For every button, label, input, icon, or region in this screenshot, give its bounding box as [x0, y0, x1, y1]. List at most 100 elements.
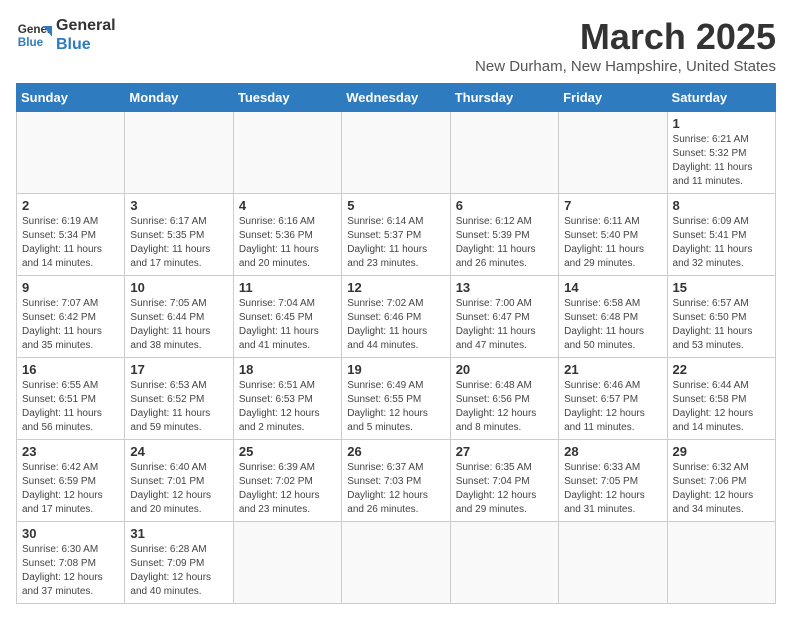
day-info: Sunrise: 6:53 AM Sunset: 6:52 PM Dayligh… [130, 379, 227, 435]
week-row-4: 16 Sunrise: 6:55 AM Sunset: 6:51 PM Dayli… [17, 358, 776, 440]
day-info: Sunrise: 7:04 AM Sunset: 6:45 PM Dayligh… [239, 297, 336, 353]
weekday-header-thursday: Thursday [450, 84, 558, 112]
day-cell [125, 112, 233, 194]
day-cell: 2Sunrise: 6:19 AM Sunset: 5:34 PM Daylig… [17, 194, 125, 276]
day-number: 28 [564, 444, 661, 459]
day-info: Sunrise: 6:35 AM Sunset: 7:04 PM Dayligh… [456, 461, 553, 517]
day-cell: 3 Sunrise: 6:17 AM Sunset: 5:35 PM Daylig… [125, 194, 233, 276]
day-cell: 29Sunrise: 6:32 AM Sunset: 7:06 PM Dayli… [667, 440, 775, 522]
svg-text:Blue: Blue [18, 36, 44, 49]
week-row-1: 1 Sunrise: 6:21 AM Sunset: 5:32 PM Daylig… [17, 112, 776, 194]
day-cell: 12Sunrise: 7:02 AM Sunset: 6:46 PM Dayli… [342, 276, 450, 358]
day-cell: 10 Sunrise: 7:05 AM Sunset: 6:44 PM Dayli… [125, 276, 233, 358]
day-cell: 11Sunrise: 7:04 AM Sunset: 6:45 PM Dayli… [233, 276, 341, 358]
day-number: 7 [564, 198, 661, 213]
day-info: Sunrise: 6:39 AM Sunset: 7:02 PM Dayligh… [239, 461, 336, 517]
weekday-header-tuesday: Tuesday [233, 84, 341, 112]
day-info: Sunrise: 6:58 AM Sunset: 6:48 PM Dayligh… [564, 297, 661, 353]
weekday-header-row: SundayMondayTuesdayWednesdayThursdayFrid… [17, 84, 776, 112]
day-number: 23 [22, 444, 119, 459]
day-info: Sunrise: 6:44 AM Sunset: 6:58 PM Dayligh… [673, 379, 770, 435]
logo-icon: General Blue [16, 17, 52, 53]
day-cell: 1 Sunrise: 6:21 AM Sunset: 5:32 PM Daylig… [667, 112, 775, 194]
day-number: 10 [130, 280, 227, 295]
day-number: 31 [130, 526, 227, 541]
day-info: Sunrise: 6:57 AM Sunset: 6:50 PM Dayligh… [673, 297, 770, 353]
day-cell: 9 Sunrise: 7:07 AM Sunset: 6:42 PM Daylig… [17, 276, 125, 358]
day-number: 5 [347, 198, 444, 213]
day-number: 30 [22, 526, 119, 541]
day-number: 20 [456, 362, 553, 377]
day-info: Sunrise: 6:49 AM Sunset: 6:55 PM Dayligh… [347, 379, 444, 435]
day-info: Sunrise: 6:32 AM Sunset: 7:06 PM Dayligh… [673, 461, 770, 517]
weekday-header-sunday: Sunday [17, 84, 125, 112]
day-number: 18 [239, 362, 336, 377]
day-cell: 4 Sunrise: 6:16 AM Sunset: 5:36 PM Daylig… [233, 194, 341, 276]
day-info: Sunrise: 7:07 AM Sunset: 6:42 PM Dayligh… [22, 297, 119, 353]
day-cell: 19Sunrise: 6:49 AM Sunset: 6:55 PM Dayli… [342, 358, 450, 440]
day-cell [233, 112, 341, 194]
week-row-5: 23Sunrise: 6:42 AM Sunset: 6:59 PM Dayli… [17, 440, 776, 522]
day-number: 3 [130, 198, 227, 213]
day-cell: 7 Sunrise: 6:11 AM Sunset: 5:40 PM Daylig… [559, 194, 667, 276]
weekday-header-monday: Monday [125, 84, 233, 112]
day-info: Sunrise: 6:28 AM Sunset: 7:09 PM Dayligh… [130, 543, 227, 599]
day-info: Sunrise: 6:48 AM Sunset: 6:56 PM Dayligh… [456, 379, 553, 435]
day-number: 17 [130, 362, 227, 377]
day-info: Sunrise: 6:51 AM Sunset: 6:53 PM Dayligh… [239, 379, 336, 435]
day-cell [17, 112, 125, 194]
day-cell: 13Sunrise: 7:00 AM Sunset: 6:47 PM Dayli… [450, 276, 558, 358]
day-cell: 21Sunrise: 6:46 AM Sunset: 6:57 PM Dayli… [559, 358, 667, 440]
day-cell [559, 522, 667, 604]
day-number: 14 [564, 280, 661, 295]
day-cell [450, 112, 558, 194]
day-cell: 27 Sunrise: 6:35 AM Sunset: 7:04 PM Dayli… [450, 440, 558, 522]
day-cell: 6 Sunrise: 6:12 AM Sunset: 5:39 PM Daylig… [450, 194, 558, 276]
day-info: Sunrise: 6:12 AM Sunset: 5:39 PM Dayligh… [456, 215, 553, 271]
day-cell: 25Sunrise: 6:39 AM Sunset: 7:02 PM Dayli… [233, 440, 341, 522]
day-cell [559, 112, 667, 194]
week-row-6: 30 Sunrise: 6:30 AM Sunset: 7:08 PM Dayli… [17, 522, 776, 604]
day-info: Sunrise: 6:30 AM Sunset: 7:08 PM Dayligh… [22, 543, 119, 599]
day-info: Sunrise: 6:11 AM Sunset: 5:40 PM Dayligh… [564, 215, 661, 271]
day-info: Sunrise: 7:05 AM Sunset: 6:44 PM Dayligh… [130, 297, 227, 353]
logo-general: General [56, 16, 116, 35]
day-cell: 26Sunrise: 6:37 AM Sunset: 7:03 PM Dayli… [342, 440, 450, 522]
day-number: 4 [239, 198, 336, 213]
day-number: 12 [347, 280, 444, 295]
day-number: 26 [347, 444, 444, 459]
day-cell [667, 522, 775, 604]
header: General Blue General Blue March 2025 New… [16, 16, 776, 75]
day-number: 22 [673, 362, 770, 377]
day-cell [450, 522, 558, 604]
day-number: 16 [22, 362, 119, 377]
day-number: 6 [456, 198, 553, 213]
day-cell: 30 Sunrise: 6:30 AM Sunset: 7:08 PM Dayli… [17, 522, 125, 604]
day-cell: 17 Sunrise: 6:53 AM Sunset: 6:52 PM Dayli… [125, 358, 233, 440]
day-info: Sunrise: 6:16 AM Sunset: 5:36 PM Dayligh… [239, 215, 336, 271]
day-cell: 24Sunrise: 6:40 AM Sunset: 7:01 PM Dayli… [125, 440, 233, 522]
day-number: 8 [673, 198, 770, 213]
logo: General Blue General Blue [16, 16, 116, 54]
day-number: 21 [564, 362, 661, 377]
day-cell: 5Sunrise: 6:14 AM Sunset: 5:37 PM Daylig… [342, 194, 450, 276]
day-number: 2 [22, 198, 119, 213]
day-cell: 23Sunrise: 6:42 AM Sunset: 6:59 PM Dayli… [17, 440, 125, 522]
location: New Durham, New Hampshire, United States [475, 58, 776, 75]
day-cell: 20 Sunrise: 6:48 AM Sunset: 6:56 PM Dayli… [450, 358, 558, 440]
day-number: 1 [673, 116, 770, 131]
day-cell [342, 112, 450, 194]
day-number: 9 [22, 280, 119, 295]
day-cell [342, 522, 450, 604]
day-info: Sunrise: 7:00 AM Sunset: 6:47 PM Dayligh… [456, 297, 553, 353]
month-title: March 2025 [475, 16, 776, 58]
day-info: Sunrise: 6:17 AM Sunset: 5:35 PM Dayligh… [130, 215, 227, 271]
day-info: Sunrise: 6:21 AM Sunset: 5:32 PM Dayligh… [673, 133, 770, 189]
weekday-header-wednesday: Wednesday [342, 84, 450, 112]
day-info: Sunrise: 6:55 AM Sunset: 6:51 PM Dayligh… [22, 379, 119, 435]
week-row-2: 2Sunrise: 6:19 AM Sunset: 5:34 PM Daylig… [17, 194, 776, 276]
day-cell [233, 522, 341, 604]
day-cell: 8Sunrise: 6:09 AM Sunset: 5:41 PM Daylig… [667, 194, 775, 276]
day-cell: 14 Sunrise: 6:58 AM Sunset: 6:48 PM Dayli… [559, 276, 667, 358]
day-number: 27 [456, 444, 553, 459]
